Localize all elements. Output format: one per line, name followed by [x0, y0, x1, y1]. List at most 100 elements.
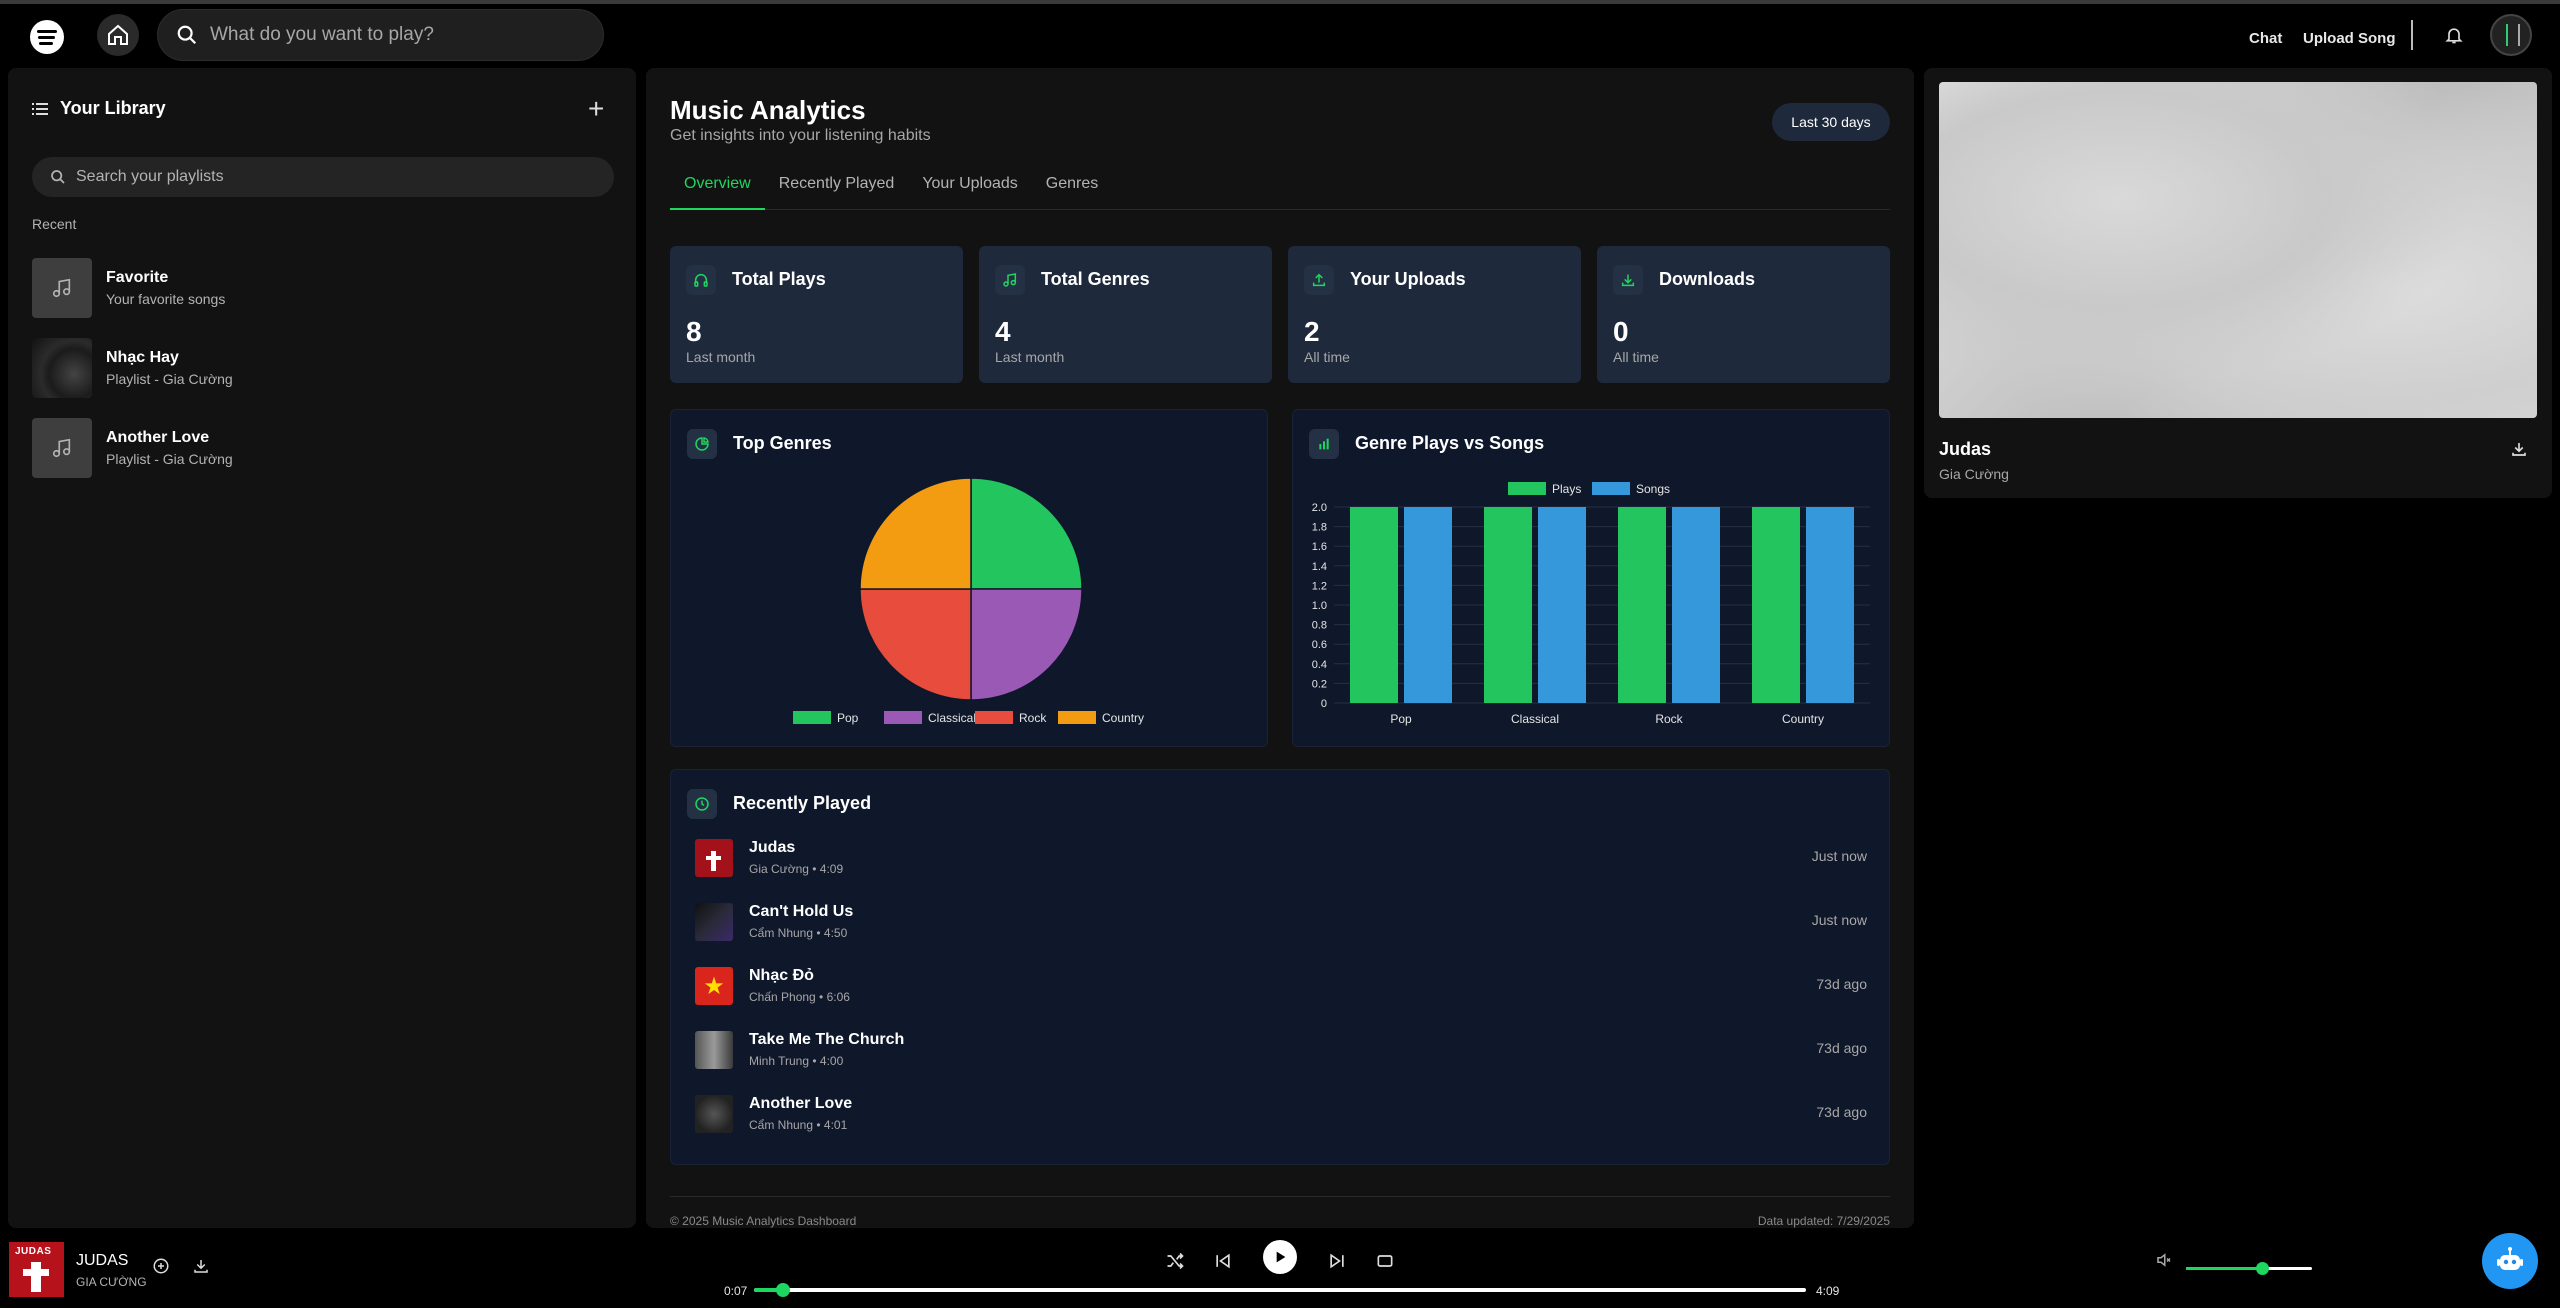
- y-tick-label: 0.8: [1312, 620, 1327, 632]
- footer-divider: [670, 1196, 1890, 1197]
- music-note-icon: [52, 438, 71, 458]
- playlist-item[interactable]: Nhạc Hay Playlist - Gia Cường: [32, 337, 612, 399]
- notifications-button[interactable]: [2444, 24, 2464, 51]
- stat-subtitle: All time: [1304, 349, 1350, 365]
- bar-songs-classical[interactable]: [1538, 507, 1586, 703]
- playlist-thumbnail: [32, 258, 92, 318]
- analytics-main: Music Analytics Get insights into your l…: [646, 68, 1914, 1228]
- search-input[interactable]: What do you want to play?: [210, 24, 434, 46]
- recent-row[interactable]: Take Me The Church Minh Trung • 4:00 73d…: [695, 1025, 1867, 1075]
- date-range-button[interactable]: Last 30 days: [1772, 103, 1890, 141]
- player-track-artist: GIA CƯỜNG: [76, 1275, 147, 1289]
- tab-your-uploads[interactable]: Your Uploads: [908, 170, 1031, 210]
- y-tick-label: 1.8: [1312, 522, 1327, 534]
- home-button[interactable]: [97, 14, 139, 56]
- stat-value: 8: [686, 316, 702, 347]
- bar-plays-country[interactable]: [1752, 507, 1800, 703]
- player-download-button[interactable]: [192, 1257, 210, 1280]
- track-thumbnail: [695, 903, 733, 941]
- upload-song-link[interactable]: Upload Song: [2303, 30, 2396, 47]
- cover-text: JUDAS: [15, 1246, 52, 1257]
- legend-label[interactable]: Country: [1102, 711, 1144, 725]
- track-meta: Minh Trung • 4:00: [749, 1054, 844, 1068]
- tab-genres[interactable]: Genres: [1032, 170, 1112, 210]
- pie-slice-country[interactable]: [859, 477, 972, 590]
- bar-plays-rock[interactable]: [1618, 507, 1666, 703]
- download-button[interactable]: [2510, 440, 2528, 463]
- bar-songs-country[interactable]: [1806, 507, 1854, 703]
- add-playlist-button[interactable]: +: [588, 93, 604, 125]
- y-tick-label: 1.4: [1312, 561, 1327, 573]
- playlist-search[interactable]: Search your playlists: [32, 157, 614, 197]
- stat-subtitle: Last month: [686, 349, 756, 365]
- home-icon: [108, 24, 128, 45]
- search-bar[interactable]: What do you want to play?: [157, 9, 604, 61]
- volume-knob[interactable]: [2255, 1262, 2269, 1275]
- playlist-search-input[interactable]: Search your playlists: [76, 168, 224, 186]
- volume-button[interactable]: [2155, 1251, 2173, 1274]
- tab-recently-played[interactable]: Recently Played: [765, 170, 909, 210]
- shuffle-icon: [1167, 1252, 1184, 1270]
- library-header[interactable]: Your Library: [32, 98, 166, 119]
- top-header: What do you want to play? Chat Upload So…: [0, 4, 2560, 66]
- track-name: Another Love: [749, 1095, 853, 1112]
- spotify-logo-icon[interactable]: [30, 20, 64, 54]
- bar-songs-rock[interactable]: [1672, 507, 1720, 703]
- top-genres-card: Top Genres Pop Classical Rock Country: [670, 409, 1268, 747]
- track-meta: Gia Cường • 4:09: [749, 862, 844, 876]
- previous-button[interactable]: [1213, 1251, 1233, 1276]
- bar-songs-pop[interactable]: [1404, 507, 1452, 703]
- recent-row[interactable]: Can't Hold Us Cẩm Nhung • 4:50 Just now: [695, 897, 1867, 947]
- playlist-item[interactable]: Another Love Playlist - Gia Cường: [32, 417, 612, 479]
- player-track-title: JUDAS: [76, 1252, 129, 1269]
- playlist-thumbnail: [32, 338, 92, 398]
- track-cover-image: [1939, 82, 2537, 418]
- legend-label[interactable]: Rock: [1019, 711, 1047, 725]
- stat-card-total-plays: Total Plays 8 Last month: [670, 246, 963, 383]
- music-note-icon: [52, 278, 71, 298]
- pie-chart: Pop Classical Rock Country: [793, 477, 1144, 725]
- stat-card-downloads: Downloads 0 All time: [1597, 246, 1890, 383]
- chat-link[interactable]: Chat: [2249, 30, 2282, 47]
- legend-label[interactable]: Classical: [928, 711, 976, 725]
- repeat-button[interactable]: [1375, 1251, 1395, 1276]
- played-time: Just now: [1811, 912, 1867, 928]
- chatbot-button[interactable]: [2482, 1233, 2538, 1289]
- x-tick-label: Classical: [1511, 712, 1559, 726]
- add-to-playlist-button[interactable]: [152, 1257, 170, 1280]
- legend-label[interactable]: Songs: [1636, 482, 1670, 496]
- headphones-icon: [694, 274, 708, 287]
- pie-slice-pop[interactable]: [970, 477, 1083, 590]
- x-tick-label: Rock: [1655, 712, 1683, 726]
- recent-row[interactable]: ★ Nhạc Đỏ Chấn Phong • 6:06 73d ago: [695, 961, 1867, 1011]
- legend-label[interactable]: Plays: [1552, 482, 1581, 496]
- bar-plays-pop[interactable]: [1350, 507, 1398, 703]
- play-button[interactable]: [1263, 1240, 1297, 1274]
- clock-icon: [695, 797, 709, 811]
- bar-plays-classical[interactable]: [1484, 507, 1532, 703]
- stat-title: Downloads: [1659, 269, 1756, 289]
- user-avatar[interactable]: [2490, 14, 2532, 56]
- next-button[interactable]: [1327, 1251, 1347, 1276]
- library-title: Your Library: [60, 98, 166, 118]
- recent-row[interactable]: Judas Gia Cường • 4:09 Just now: [695, 833, 1867, 883]
- recent-row[interactable]: Another Love Cẩm Nhung • 4:01 73d ago: [695, 1089, 1867, 1139]
- music-note-icon: [1003, 273, 1017, 287]
- download-icon: [194, 1260, 208, 1273]
- pie-slice-classical[interactable]: [970, 588, 1083, 701]
- played-time: 73d ago: [1816, 1104, 1867, 1120]
- stat-value: 0: [1613, 316, 1629, 347]
- bar-chart: 0 0.2 0.4 0.6 0.8 1.0 1.2 1.4 1.6 1.8 2.0 Pop Classi…: [1312, 482, 1870, 726]
- playlist-item[interactable]: Favorite Your favorite songs: [32, 257, 612, 319]
- progress-slider[interactable]: [754, 1283, 1806, 1297]
- page-subtitle: Get insights into your listening habits: [670, 127, 931, 144]
- legend-label[interactable]: Pop: [837, 711, 859, 725]
- playlist-name: Nhạc Hay: [106, 349, 179, 366]
- volume-slider[interactable]: [2186, 1262, 2312, 1275]
- shuffle-button[interactable]: [1165, 1251, 1185, 1276]
- now-playing-title: Judas: [1939, 439, 1992, 459]
- legend-swatch: [975, 711, 1013, 724]
- y-tick-label: 2.0: [1312, 502, 1327, 514]
- pie-slice-rock[interactable]: [859, 588, 972, 701]
- tab-overview[interactable]: Overview: [670, 170, 765, 210]
